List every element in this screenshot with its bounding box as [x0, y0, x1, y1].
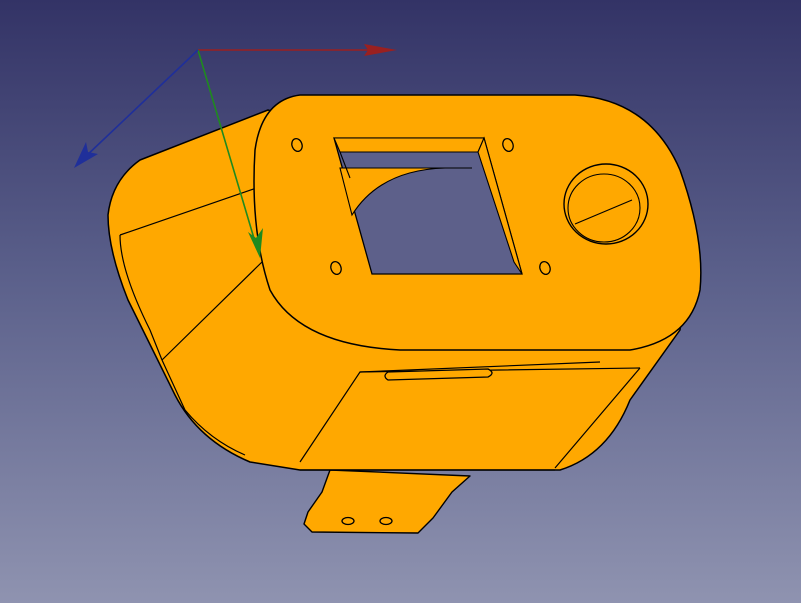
z-axis-arrow	[74, 142, 98, 168]
opening-inner-wall	[333, 137, 485, 153]
x-axis-arrow	[364, 44, 397, 56]
scene-canvas	[74, 44, 702, 534]
part-model[interactable]	[107, 94, 702, 534]
z-axis	[83, 49, 199, 159]
tab-hole-right	[379, 516, 393, 526]
3d-viewport[interactable]	[0, 0, 801, 603]
tab-hole-left	[341, 516, 355, 526]
round-port-inner	[567, 173, 641, 243]
